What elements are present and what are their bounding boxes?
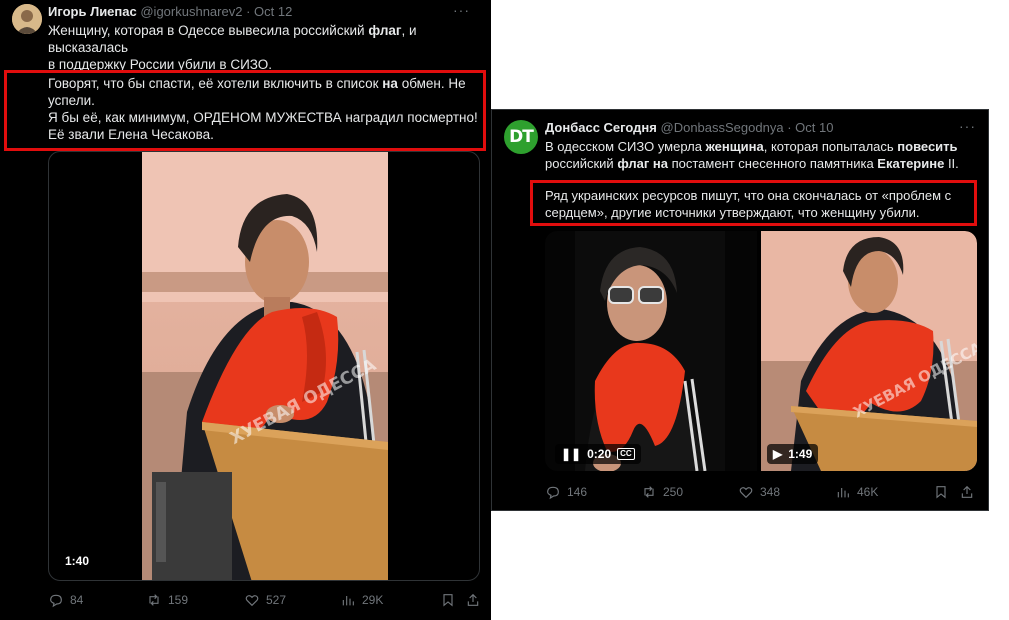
reply-icon bbox=[547, 486, 559, 500]
tweet-date[interactable]: Oct 12 bbox=[254, 4, 292, 19]
views-icon bbox=[837, 488, 849, 498]
repost-icon bbox=[149, 594, 159, 606]
video-controls[interactable]: ❚❚ 0:20 CC bbox=[555, 444, 641, 464]
tweet-text-line: Женщину, которая в Одессе вывесила росси… bbox=[48, 23, 417, 55]
like-count: 348 bbox=[760, 485, 781, 499]
tweet-text-line: Её звали Елена Чесакова. bbox=[48, 127, 214, 142]
heart-icon bbox=[245, 595, 259, 607]
tweet-text: В одесском СИЗО умерла женщина, которая … bbox=[545, 138, 985, 172]
repost-button[interactable]: 159 bbox=[146, 592, 188, 608]
author-handle[interactable]: @DonbassSegodnya bbox=[661, 120, 784, 135]
tweet-header: Игорь Лиепас @igorkushnarev2 · Oct 12 bbox=[48, 4, 292, 19]
more-options-icon[interactable]: ··· bbox=[453, 2, 470, 18]
play-icon[interactable]: ▶ bbox=[773, 447, 782, 461]
video-controls[interactable]: ▶ 1:49 bbox=[767, 444, 819, 464]
reply-count: 146 bbox=[567, 485, 588, 499]
reply-count: 84 bbox=[70, 593, 84, 607]
separator-dot: · bbox=[787, 120, 796, 135]
tweet-text-line: Ряд украинских ресурсов пишут, что она с… bbox=[545, 188, 952, 203]
video-thumbnail: ХУЕВАЯ ОДЕССА bbox=[142, 152, 388, 580]
share-button[interactable] bbox=[465, 592, 481, 608]
tweet-text-line: Я бы её, как минимум, ОРДЕНОМ МУЖЕСТВА н… bbox=[48, 110, 478, 125]
bookmark-icon bbox=[936, 486, 946, 499]
video-time: 0:20 bbox=[587, 447, 612, 461]
reply-button[interactable]: 146 bbox=[545, 484, 587, 500]
reply-button[interactable]: 84 bbox=[48, 592, 83, 608]
highlighted-text: Ряд украинских ресурсов пишут, что она с… bbox=[545, 187, 975, 221]
author-name[interactable]: Донбасс Сегодня bbox=[545, 120, 657, 135]
more-options-icon[interactable]: ··· bbox=[959, 118, 976, 134]
views-button[interactable]: 46K bbox=[835, 484, 878, 500]
bookmark-button[interactable] bbox=[440, 592, 456, 608]
tweet-header: Донбасс Сегодня @DonbassSegodnya · Oct 1… bbox=[545, 120, 833, 135]
tweet-text-line: российский флаг на постамент снесенного … bbox=[545, 156, 959, 171]
share-button[interactable] bbox=[959, 484, 975, 500]
share-icon bbox=[961, 485, 973, 498]
video-player[interactable]: ХУЕВАЯ ОДЕССА 1:40 bbox=[48, 151, 480, 581]
repost-count: 250 bbox=[663, 485, 684, 499]
repost-count: 159 bbox=[168, 593, 189, 607]
author-avatar[interactable]: DT bbox=[504, 120, 538, 154]
author-avatar[interactable] bbox=[12, 4, 42, 34]
bookmark-button[interactable] bbox=[933, 484, 949, 500]
video-player-2[interactable]: ХУЕВАЯ ОДЕССА ▶ 1:49 bbox=[761, 231, 977, 471]
right-tweet: DT Донбасс Сегодня @DonbassSegodnya · Oc… bbox=[491, 109, 989, 511]
pause-icon[interactable]: ❚❚ bbox=[561, 447, 581, 461]
avatar-logo-text: DT bbox=[509, 127, 534, 147]
tweet-text-line: В одесском СИЗО умерла женщина, которая … bbox=[545, 139, 958, 154]
video-time: 1:49 bbox=[788, 447, 813, 461]
like-button[interactable]: 348 bbox=[738, 484, 780, 500]
repost-button[interactable]: 250 bbox=[641, 484, 683, 500]
like-button[interactable]: 527 bbox=[244, 592, 286, 608]
left-tweet: Игорь Лиепас @igorkushnarev2 · Oct 12 ··… bbox=[0, 0, 491, 620]
share-icon bbox=[467, 593, 479, 606]
heart-icon bbox=[739, 487, 753, 499]
tweet-actions: 146 250 348 46K bbox=[545, 482, 977, 502]
views-button[interactable]: 29K bbox=[340, 592, 383, 608]
like-count: 527 bbox=[266, 593, 287, 607]
tweet-text-line: сердцем», другие источники утверждают, ч… bbox=[545, 205, 920, 220]
author-handle[interactable]: @igorkushnarev2 bbox=[140, 4, 242, 19]
highlighted-text: Говорят, что бы спасти, её хотели включи… bbox=[48, 75, 478, 143]
tweet-actions: 84 159 527 29K bbox=[48, 590, 480, 610]
views-count: 29K bbox=[362, 593, 384, 607]
tweet-text-line: успели. bbox=[48, 93, 95, 108]
bookmark-icon bbox=[443, 594, 453, 607]
repost-icon bbox=[644, 486, 654, 498]
tweet-text: Женщину, которая в Одессе вывесила росси… bbox=[48, 22, 478, 73]
author-name[interactable]: Игорь Лиепас bbox=[48, 4, 137, 19]
media-grid: ❚❚ 0:20 CC ХУЕВАЯ ОДЕССА ▶ 1:49 bbox=[545, 231, 977, 471]
reply-icon bbox=[50, 594, 62, 608]
tweet-text-line: Говорят, что бы спасти, её хотели включи… bbox=[48, 76, 466, 91]
tweet-date[interactable]: Oct 10 bbox=[795, 120, 833, 135]
views-icon bbox=[342, 596, 354, 606]
separator-dot: · bbox=[246, 4, 255, 19]
views-count: 46K bbox=[857, 485, 879, 499]
video-player-1[interactable]: ❚❚ 0:20 CC bbox=[545, 231, 757, 471]
captions-icon[interactable]: CC bbox=[617, 448, 635, 460]
video-duration: 1:40 bbox=[65, 554, 90, 568]
